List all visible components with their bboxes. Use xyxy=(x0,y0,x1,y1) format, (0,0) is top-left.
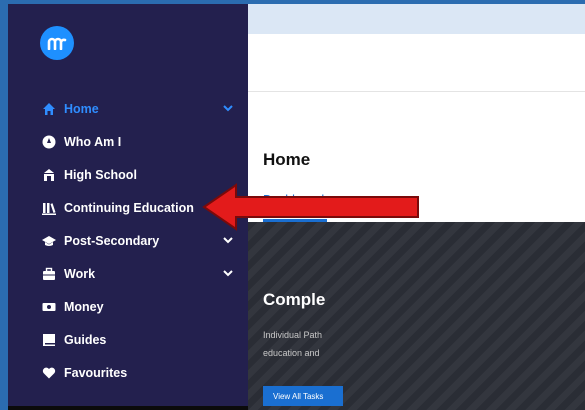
sidebar-item-label: Who Am I xyxy=(64,134,122,149)
sidebar-item-guides[interactable]: Guides xyxy=(8,323,248,356)
sidebar-item-home[interactable]: Home xyxy=(8,92,248,125)
school-icon xyxy=(42,168,56,182)
sidebar-item-work[interactable]: Work xyxy=(8,257,248,290)
sidebar-item-label: Guides xyxy=(64,332,107,347)
chevron-down-icon[interactable] xyxy=(222,102,234,114)
sidebar-item-label: Home xyxy=(64,101,99,116)
hero-description-line: Individual Path xyxy=(263,330,323,340)
sidebar-item-label: Continuing Education xyxy=(64,200,194,215)
money-icon xyxy=(42,300,56,314)
red-arrow-annotation xyxy=(202,183,419,231)
view-all-tasks-button[interactable]: View All Tasks xyxy=(263,386,343,406)
sidebar-item-label: Money xyxy=(64,299,104,314)
hero-banner xyxy=(248,222,585,410)
library-icon xyxy=(42,201,56,215)
hero-title: Comple xyxy=(263,290,326,309)
sidebar-item-money[interactable]: Money xyxy=(8,290,248,323)
app-logo-icon[interactable] xyxy=(40,26,74,60)
header-divider xyxy=(248,91,585,92)
chevron-down-icon[interactable] xyxy=(222,234,234,246)
heart-icon xyxy=(42,366,56,380)
home-icon xyxy=(42,102,56,116)
sidebar-item-label: Work xyxy=(64,266,96,281)
sidebar-nav: Home Who Am I High School Continuing Edu… xyxy=(8,92,248,389)
hero-description-line: education and xyxy=(263,348,320,358)
sidebar-item-label: High School xyxy=(64,167,137,182)
graduation-cap-icon xyxy=(42,234,56,248)
compass-icon xyxy=(42,135,56,149)
book-icon xyxy=(42,333,56,347)
sidebar-item-who-am-i[interactable]: Who Am I xyxy=(8,125,248,158)
top-banner xyxy=(248,4,585,34)
sidebar-item-label: Favourites xyxy=(64,365,128,380)
sidebar-item-favourites[interactable]: Favourites xyxy=(8,356,248,389)
chevron-down-icon[interactable] xyxy=(222,267,234,279)
sidebar-item-label: Post-Secondary xyxy=(64,233,160,248)
briefcase-icon xyxy=(42,267,56,281)
page-title: Home xyxy=(263,150,311,169)
